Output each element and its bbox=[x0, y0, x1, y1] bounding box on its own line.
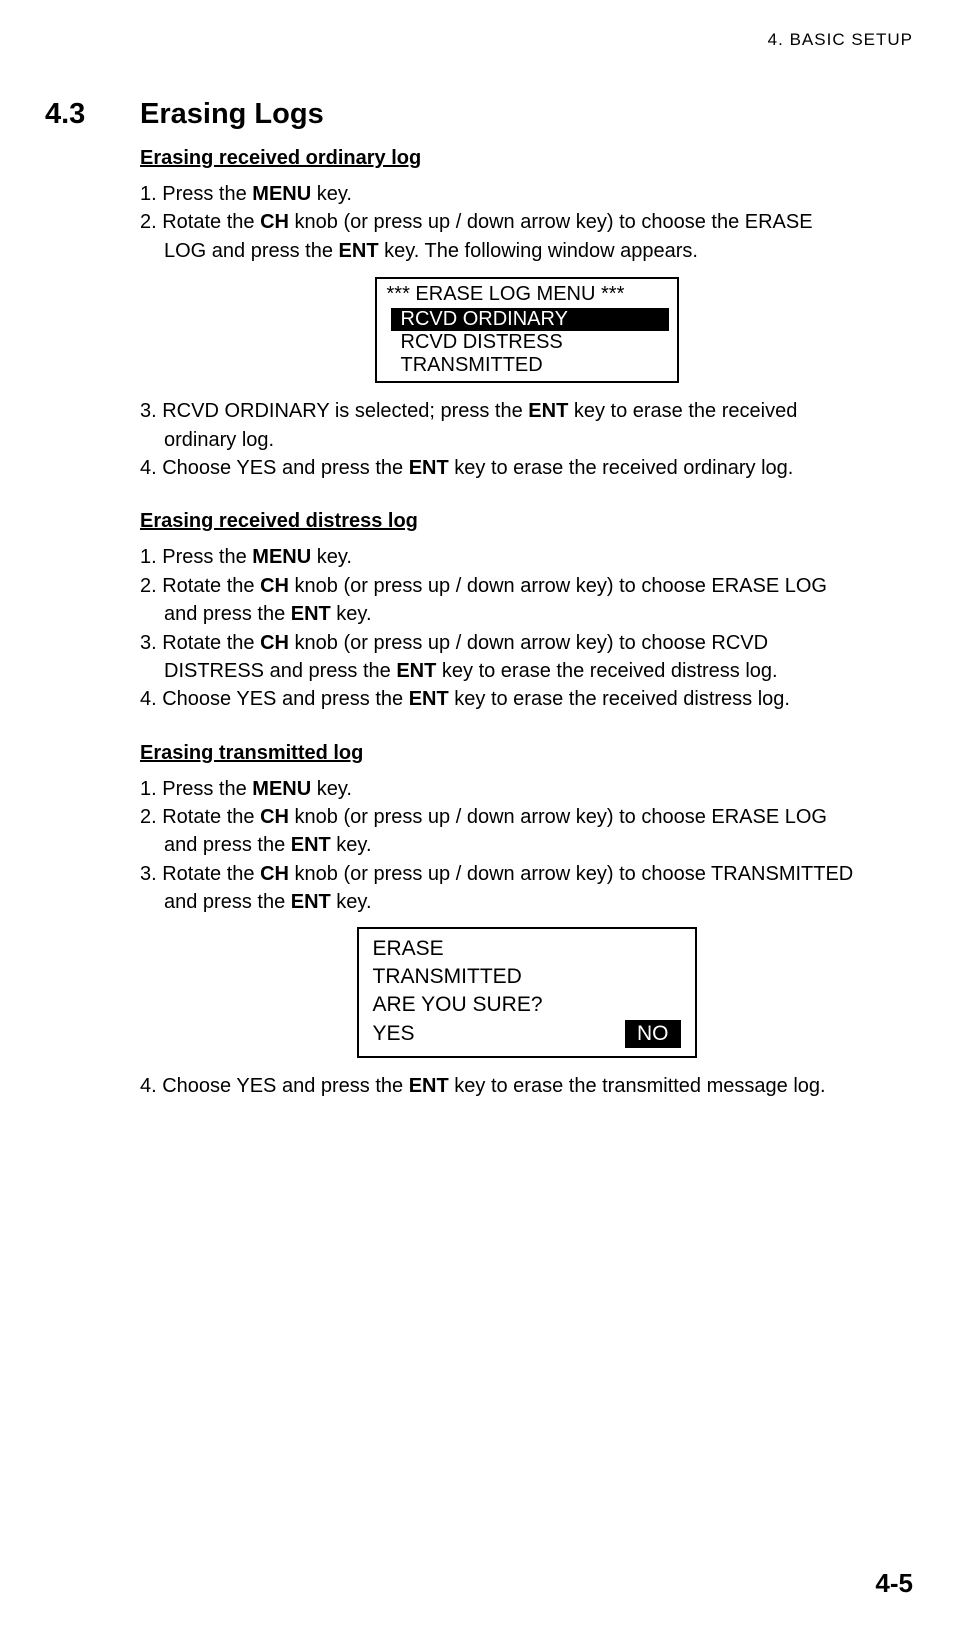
step-1-4: 4. Choose YES and press the ENT key to e… bbox=[140, 454, 913, 482]
step-2-2: 2. Rotate the CH knob (or press up / dow… bbox=[140, 572, 913, 629]
confirm-dialog: ERASE TRANSMITTED ARE YOU SURE? YES NO bbox=[357, 927, 697, 1058]
subheading-ordinary: Erasing received ordinary log bbox=[140, 147, 913, 170]
confirm-yes[interactable]: YES bbox=[373, 1020, 415, 1048]
step-3-2: 2. Rotate the CH knob (or press up / dow… bbox=[140, 803, 913, 860]
content: Erasing received ordinary log 1. Press t… bbox=[140, 147, 913, 1100]
confirm-line-3: ARE YOU SURE? bbox=[373, 991, 681, 1019]
step-1-3: 3. RCVD ORDINARY is selected; press the … bbox=[140, 397, 913, 454]
subheading-transmitted: Erasing transmitted log bbox=[140, 742, 913, 765]
step-1-2: 2. Rotate the CH knob (or press up / dow… bbox=[140, 208, 913, 265]
section-title: 4.3Erasing Logs bbox=[45, 98, 913, 131]
step-2-1: 1. Press the MENU key. bbox=[140, 543, 913, 571]
menu-item-rcvd-distress[interactable]: RCVD DISTRESS bbox=[377, 331, 677, 354]
step-2-4: 4. Choose YES and press the ENT key to e… bbox=[140, 685, 913, 713]
step-1-1: 1. Press the MENU key. bbox=[140, 180, 913, 208]
confirm-no[interactable]: NO bbox=[625, 1020, 681, 1048]
confirm-line-2: TRANSMITTED bbox=[373, 963, 681, 991]
menu-item-transmitted[interactable]: TRANSMITTED bbox=[377, 354, 677, 381]
page-number: 4-5 bbox=[875, 1568, 913, 1599]
page: 4. BASIC SETUP 4.3Erasing Logs Erasing r… bbox=[0, 0, 973, 1633]
section-number: 4.3 bbox=[45, 98, 140, 131]
step-2-3: 3. Rotate the CH knob (or press up / dow… bbox=[140, 629, 913, 686]
step-3-4: 4. Choose YES and press the ENT key to e… bbox=[140, 1072, 913, 1100]
running-head: 4. BASIC SETUP bbox=[45, 30, 913, 50]
menu-item-rcvd-ordinary[interactable]: RCVD ORDINARY bbox=[391, 308, 669, 331]
confirm-line-1: ERASE bbox=[373, 935, 681, 963]
section-name: Erasing Logs bbox=[140, 98, 324, 130]
erase-log-menu: *** ERASE LOG MENU *** RCVD ORDINARY RCV… bbox=[375, 277, 679, 383]
subheading-distress: Erasing received distress log bbox=[140, 510, 913, 533]
step-3-3: 3. Rotate the CH knob (or press up / dow… bbox=[140, 860, 913, 917]
step-3-1: 1. Press the MENU key. bbox=[140, 775, 913, 803]
menu-title: *** ERASE LOG MENU *** bbox=[377, 279, 677, 308]
